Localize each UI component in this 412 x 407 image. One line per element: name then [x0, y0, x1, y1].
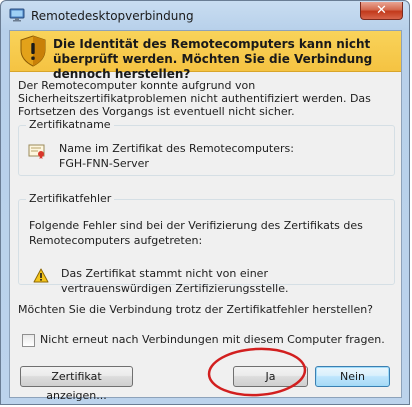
warning-icon [33, 268, 49, 283]
warning-banner: Die Identität des Remotecomputers kann n… [10, 31, 401, 81]
window-title: Remotedesktopverbindung [31, 9, 194, 23]
shield-warning-icon [20, 35, 46, 67]
certificate-icon [28, 144, 45, 159]
certificate-info: Name im Zertifikat des Remotecomputers: … [59, 141, 294, 171]
yes-button[interactable]: Ja [233, 366, 308, 387]
certificate-name-value: FGH-FNN-Server [59, 157, 149, 170]
close-icon: ✕ [376, 3, 387, 18]
certificate-errors-group: Zertifikatfehler Folgende Fehler sind be… [18, 192, 395, 295]
title-bar[interactable]: Remotedesktopverbindung ✕ [1, 1, 409, 31]
remote-desktop-icon [9, 8, 25, 22]
intro-text: Der Remotecomputer konnte aufgrund von S… [18, 79, 371, 118]
certificate-errors-legend: Zertifikatfehler [26, 192, 115, 205]
view-certificate-button[interactable]: Zertifikat anzeigen... [20, 366, 133, 402]
dont-ask-again-label[interactable]: Nicht erneut nach Verbindungen mit diese… [40, 333, 385, 346]
no-button[interactable]: Nein [315, 366, 390, 387]
certificate-errors-intro: Folgende Fehler sind bei der Verifizieru… [29, 219, 363, 247]
certificate-name-group: Zertifikatname Name im Zertifikat des Re… [18, 118, 395, 176]
confirm-question: Möchten Sie die Verbindung trotz der Zer… [18, 303, 374, 316]
dialog-content: Die Identität des Remotecomputers kann n… [9, 30, 402, 402]
warning-title: Die Identität des Remotecomputers kann n… [53, 37, 373, 81]
certificate-error-item: Das Zertifikat stammt nicht von einer ve… [61, 267, 289, 295]
close-button[interactable]: ✕ [360, 2, 403, 20]
dialog-window: Remotedesktopverbindung ✕ Die Identität … [0, 0, 410, 405]
dont-ask-again-checkbox[interactable] [22, 334, 35, 347]
certificate-name-legend: Zertifikatname [26, 118, 114, 131]
certificate-name-label: Name im Zertifikat des Remotecomputers: [59, 142, 294, 155]
